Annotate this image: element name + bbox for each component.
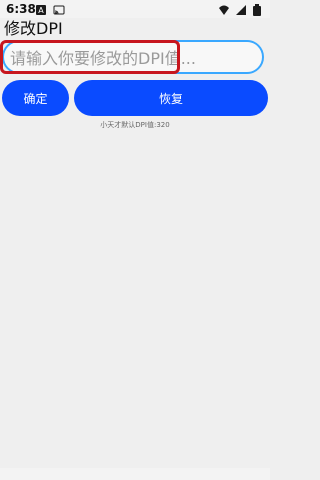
screen: 6:38 A 修改DPI 请输入你要修改的DPI值... 确定 恢复 小天才默认…: [0, 0, 270, 480]
default-dpi-hint: 小天才默认DPI值:320: [100, 121, 170, 129]
dpi-input-container[interactable]: [2, 40, 270, 74]
signal-icon: [235, 3, 247, 15]
confirm-button[interactable]: 确定: [2, 80, 69, 116]
bottom-nav-bar: [0, 468, 270, 480]
svg-text:A: A: [38, 6, 44, 15]
status-time: 6:38: [6, 2, 36, 16]
status-left-icons: A: [35, 3, 65, 15]
app-a-icon: A: [35, 3, 47, 15]
battery-icon: [252, 3, 264, 16]
cast-icon: [53, 3, 65, 15]
status-right-icons: [218, 3, 264, 16]
wifi-icon: [218, 3, 230, 15]
restore-button[interactable]: 恢复: [74, 80, 268, 116]
dpi-input[interactable]: [4, 42, 270, 74]
status-bar: 6:38 A: [0, 0, 270, 18]
page-title: 修改DPI: [4, 19, 63, 38]
